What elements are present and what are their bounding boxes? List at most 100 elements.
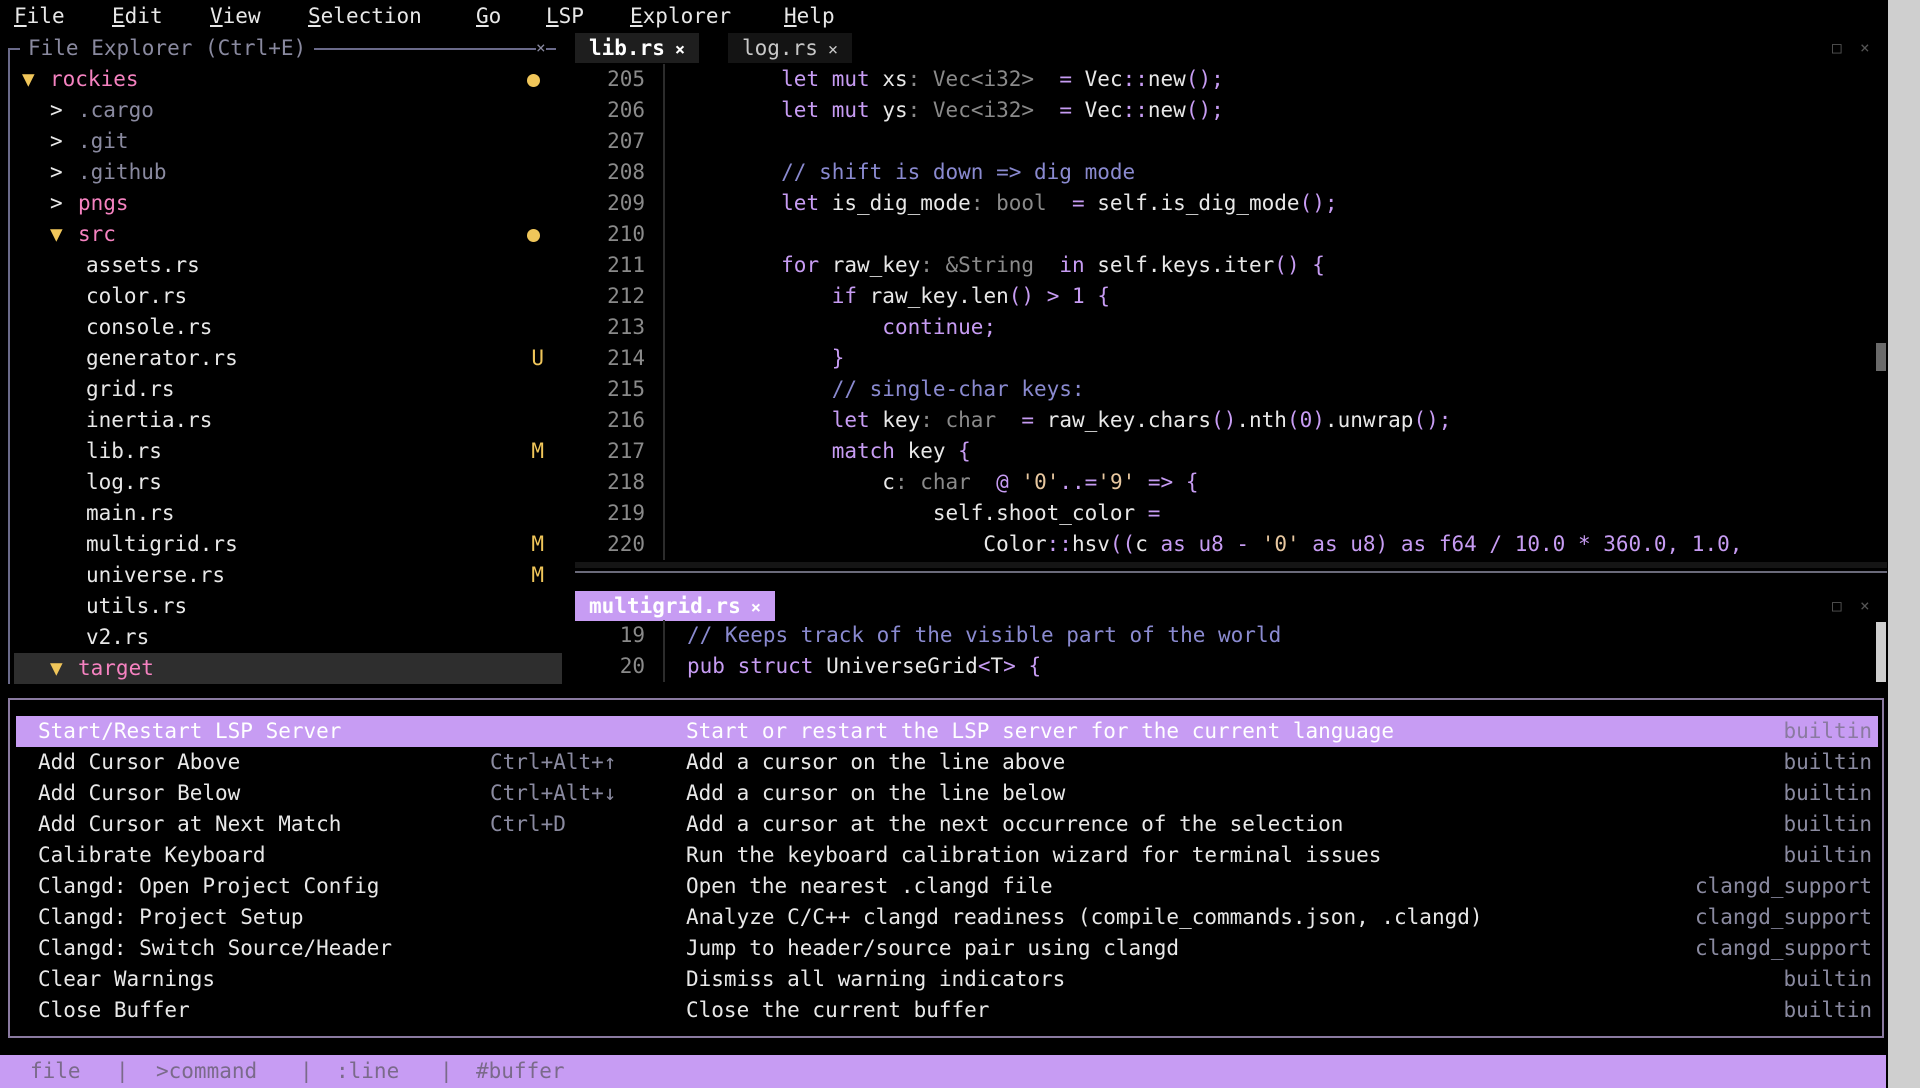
tree-item[interactable]: inertia.rs [14, 405, 562, 436]
command-item[interactable]: Add Cursor at Next Match Ctrl+D Add a curs… [16, 809, 1878, 840]
tree-item[interactable]: grid.rs [14, 374, 562, 405]
tree-item[interactable]: console.rs [14, 312, 562, 343]
tree-item[interactable]: > .cargo [14, 95, 562, 126]
code-editor-multigrid[interactable]: 19 // Keeps track of the visible part of … [575, 620, 1895, 682]
tree-item[interactable]: > .git [14, 126, 562, 157]
tree-item[interactable]: > pngs [14, 188, 562, 219]
explorer-close-icon[interactable]: × [536, 34, 546, 62]
triangle-down-icon[interactable]: ▼ [50, 219, 63, 250]
tab-log-rs[interactable]: log.rs × [728, 33, 853, 63]
triangle-down-icon[interactable]: ▼ [50, 653, 63, 684]
command-description: Jump to header/source pair using clangd [686, 936, 1180, 960]
menu-lsp[interactable]: LSP [546, 0, 584, 33]
tree-item[interactable]: utils.rs [14, 591, 562, 622]
menu-explorer[interactable]: Explorer [630, 0, 731, 33]
menu-selection[interactable]: Selection [308, 0, 422, 33]
command-name: Calibrate Keyboard [38, 843, 266, 867]
editor-scrollbar-thumb[interactable] [1876, 343, 1886, 371]
close-tab-icon[interactable]: × [828, 40, 838, 60]
command-item[interactable]: Clear Warnings Dismiss all warning indica… [16, 964, 1878, 995]
git-status-badge: U [531, 346, 544, 370]
close-pane-icon[interactable]: × [1860, 596, 1870, 615]
command-source: clangd_support [1694, 936, 1872, 960]
code-line[interactable]: match key { [680, 436, 971, 467]
tree-item[interactable]: > .github [14, 157, 562, 188]
code-line[interactable]: pub struct UniverseGrid<T> { [687, 651, 1041, 682]
git-status-badge: M [531, 563, 544, 587]
mode-hint-line[interactable]: :line [336, 1055, 399, 1088]
menu-help[interactable]: Help [784, 0, 835, 33]
command-item[interactable]: Start/Restart LSP Server Start or restart… [16, 716, 1878, 747]
tab-label: log.rs [742, 36, 818, 60]
code-line[interactable]: } [680, 343, 845, 374]
command-source: builtin [1783, 750, 1872, 774]
tree-item-label: v2.rs [86, 625, 150, 649]
tree-item[interactable]: log.rs [14, 467, 562, 498]
mode-hint-file[interactable]: file [30, 1055, 81, 1088]
code-line[interactable]: Color::hsv((c as u8 - '0' as u8) as f64 … [680, 529, 1742, 560]
code-line[interactable]: self.shoot_color = [680, 498, 1161, 529]
code-line[interactable]: let is_dig_mode: bool = self.is_dig_mode… [680, 188, 1337, 219]
code-line[interactable]: let mut xs: Vec<i32> = Vec::new(); [680, 64, 1224, 95]
code-line[interactable]: let key: char = raw_key.chars().nth(0).u… [680, 405, 1452, 436]
menu-file[interactable]: File [14, 0, 65, 33]
code-line[interactable]: c: char @ '0'..='9' => { [680, 467, 1198, 498]
tree-item[interactable]: main.rs [14, 498, 562, 529]
close-tab-icon[interactable]: × [675, 40, 685, 60]
mode-hint-buffer[interactable]: #buffer [476, 1055, 565, 1088]
command-description: Add a cursor on the line above [686, 750, 1066, 774]
tree-item[interactable]: universe.rs M [14, 560, 562, 591]
mode-hint-command[interactable]: >command [156, 1055, 257, 1088]
close-pane-icon[interactable]: × [1860, 38, 1870, 57]
tree-item[interactable]: multigrid.rs M [14, 529, 562, 560]
command-source: builtin [1783, 998, 1872, 1022]
menu-go[interactable]: Go [476, 0, 501, 33]
tree-item[interactable]: lib.rs M [14, 436, 562, 467]
chevron-right-icon[interactable]: > [50, 157, 63, 188]
maximize-icon[interactable]: □ [1832, 38, 1842, 57]
chevron-right-icon[interactable]: > [50, 126, 63, 157]
tree-item-label: main.rs [86, 501, 175, 525]
window-scrollbar[interactable] [1888, 0, 1920, 1088]
menu-edit[interactable]: Edit [112, 0, 163, 33]
horizontal-scrollbar[interactable] [575, 562, 1887, 568]
tree-item[interactable]: generator.rs U [14, 343, 562, 374]
command-item[interactable]: Calibrate Keyboard Run the keyboard calib… [16, 840, 1878, 871]
tab-multigrid-rs[interactable]: multigrid.rs × [575, 591, 775, 621]
command-item[interactable]: Close Buffer Close the current buffer buil… [16, 995, 1878, 1026]
tab-lib-rs[interactable]: lib.rs × [575, 33, 700, 63]
close-tab-icon[interactable]: × [751, 598, 761, 618]
tree-item[interactable]: ▼ target [14, 653, 562, 684]
command-item[interactable]: Add Cursor Below Ctrl+Alt+↓ Add a cursor o… [16, 778, 1878, 809]
code-line[interactable]: let mut ys: Vec<i32> = Vec::new(); [680, 95, 1224, 126]
menu-view[interactable]: View [210, 0, 261, 33]
tree-item[interactable]: color.rs [14, 281, 562, 312]
line-number: 214 [607, 346, 645, 370]
hint-separator: | [440, 1059, 453, 1083]
code-line[interactable]: if raw_key.len() > 1 { [680, 281, 1110, 312]
editor-scrollbar-track[interactable] [1876, 622, 1886, 682]
maximize-icon[interactable]: □ [1832, 596, 1842, 615]
hint-separator: | [116, 1059, 129, 1083]
code-line[interactable]: // shift is down => dig mode [680, 157, 1135, 188]
triangle-down-icon[interactable]: ▼ [22, 64, 35, 95]
command-source: builtin [1783, 719, 1872, 743]
command-item[interactable]: Clangd: Open Project Config Open the near… [16, 871, 1878, 902]
tree-item[interactable]: v2.rs [14, 622, 562, 653]
code-line[interactable]: // single-char keys: [680, 374, 1085, 405]
tree-item[interactable]: ▼ rockies [14, 64, 562, 95]
command-item[interactable]: Clangd: Project Setup Analyze C/C++ clang… [16, 902, 1878, 933]
code-line[interactable]: for raw_key: &String in self.keys.iter()… [680, 250, 1325, 281]
chevron-right-icon[interactable]: > [50, 95, 63, 126]
command-item[interactable]: Add Cursor Above Ctrl+Alt+↑ Add a cursor o… [16, 747, 1878, 778]
split-divider[interactable] [575, 571, 1887, 573]
tree-item[interactable]: ▼ src [14, 219, 562, 250]
command-shortcut: Ctrl+Alt+↓ [490, 781, 617, 805]
code-line[interactable]: continue; [680, 312, 996, 343]
command-item[interactable]: Clangd: Switch Source/Header Jump to head… [16, 933, 1878, 964]
code-editor-lib[interactable]: 205 let mut xs: Vec<i32> = Vec::new(); 20… [575, 64, 1895, 560]
chevron-right-icon[interactable]: > [50, 188, 63, 219]
code-line[interactable]: // Keeps track of the visible part of th… [687, 620, 1281, 651]
command-description: Add a cursor on the line below [686, 781, 1066, 805]
tree-item[interactable]: assets.rs [14, 250, 562, 281]
